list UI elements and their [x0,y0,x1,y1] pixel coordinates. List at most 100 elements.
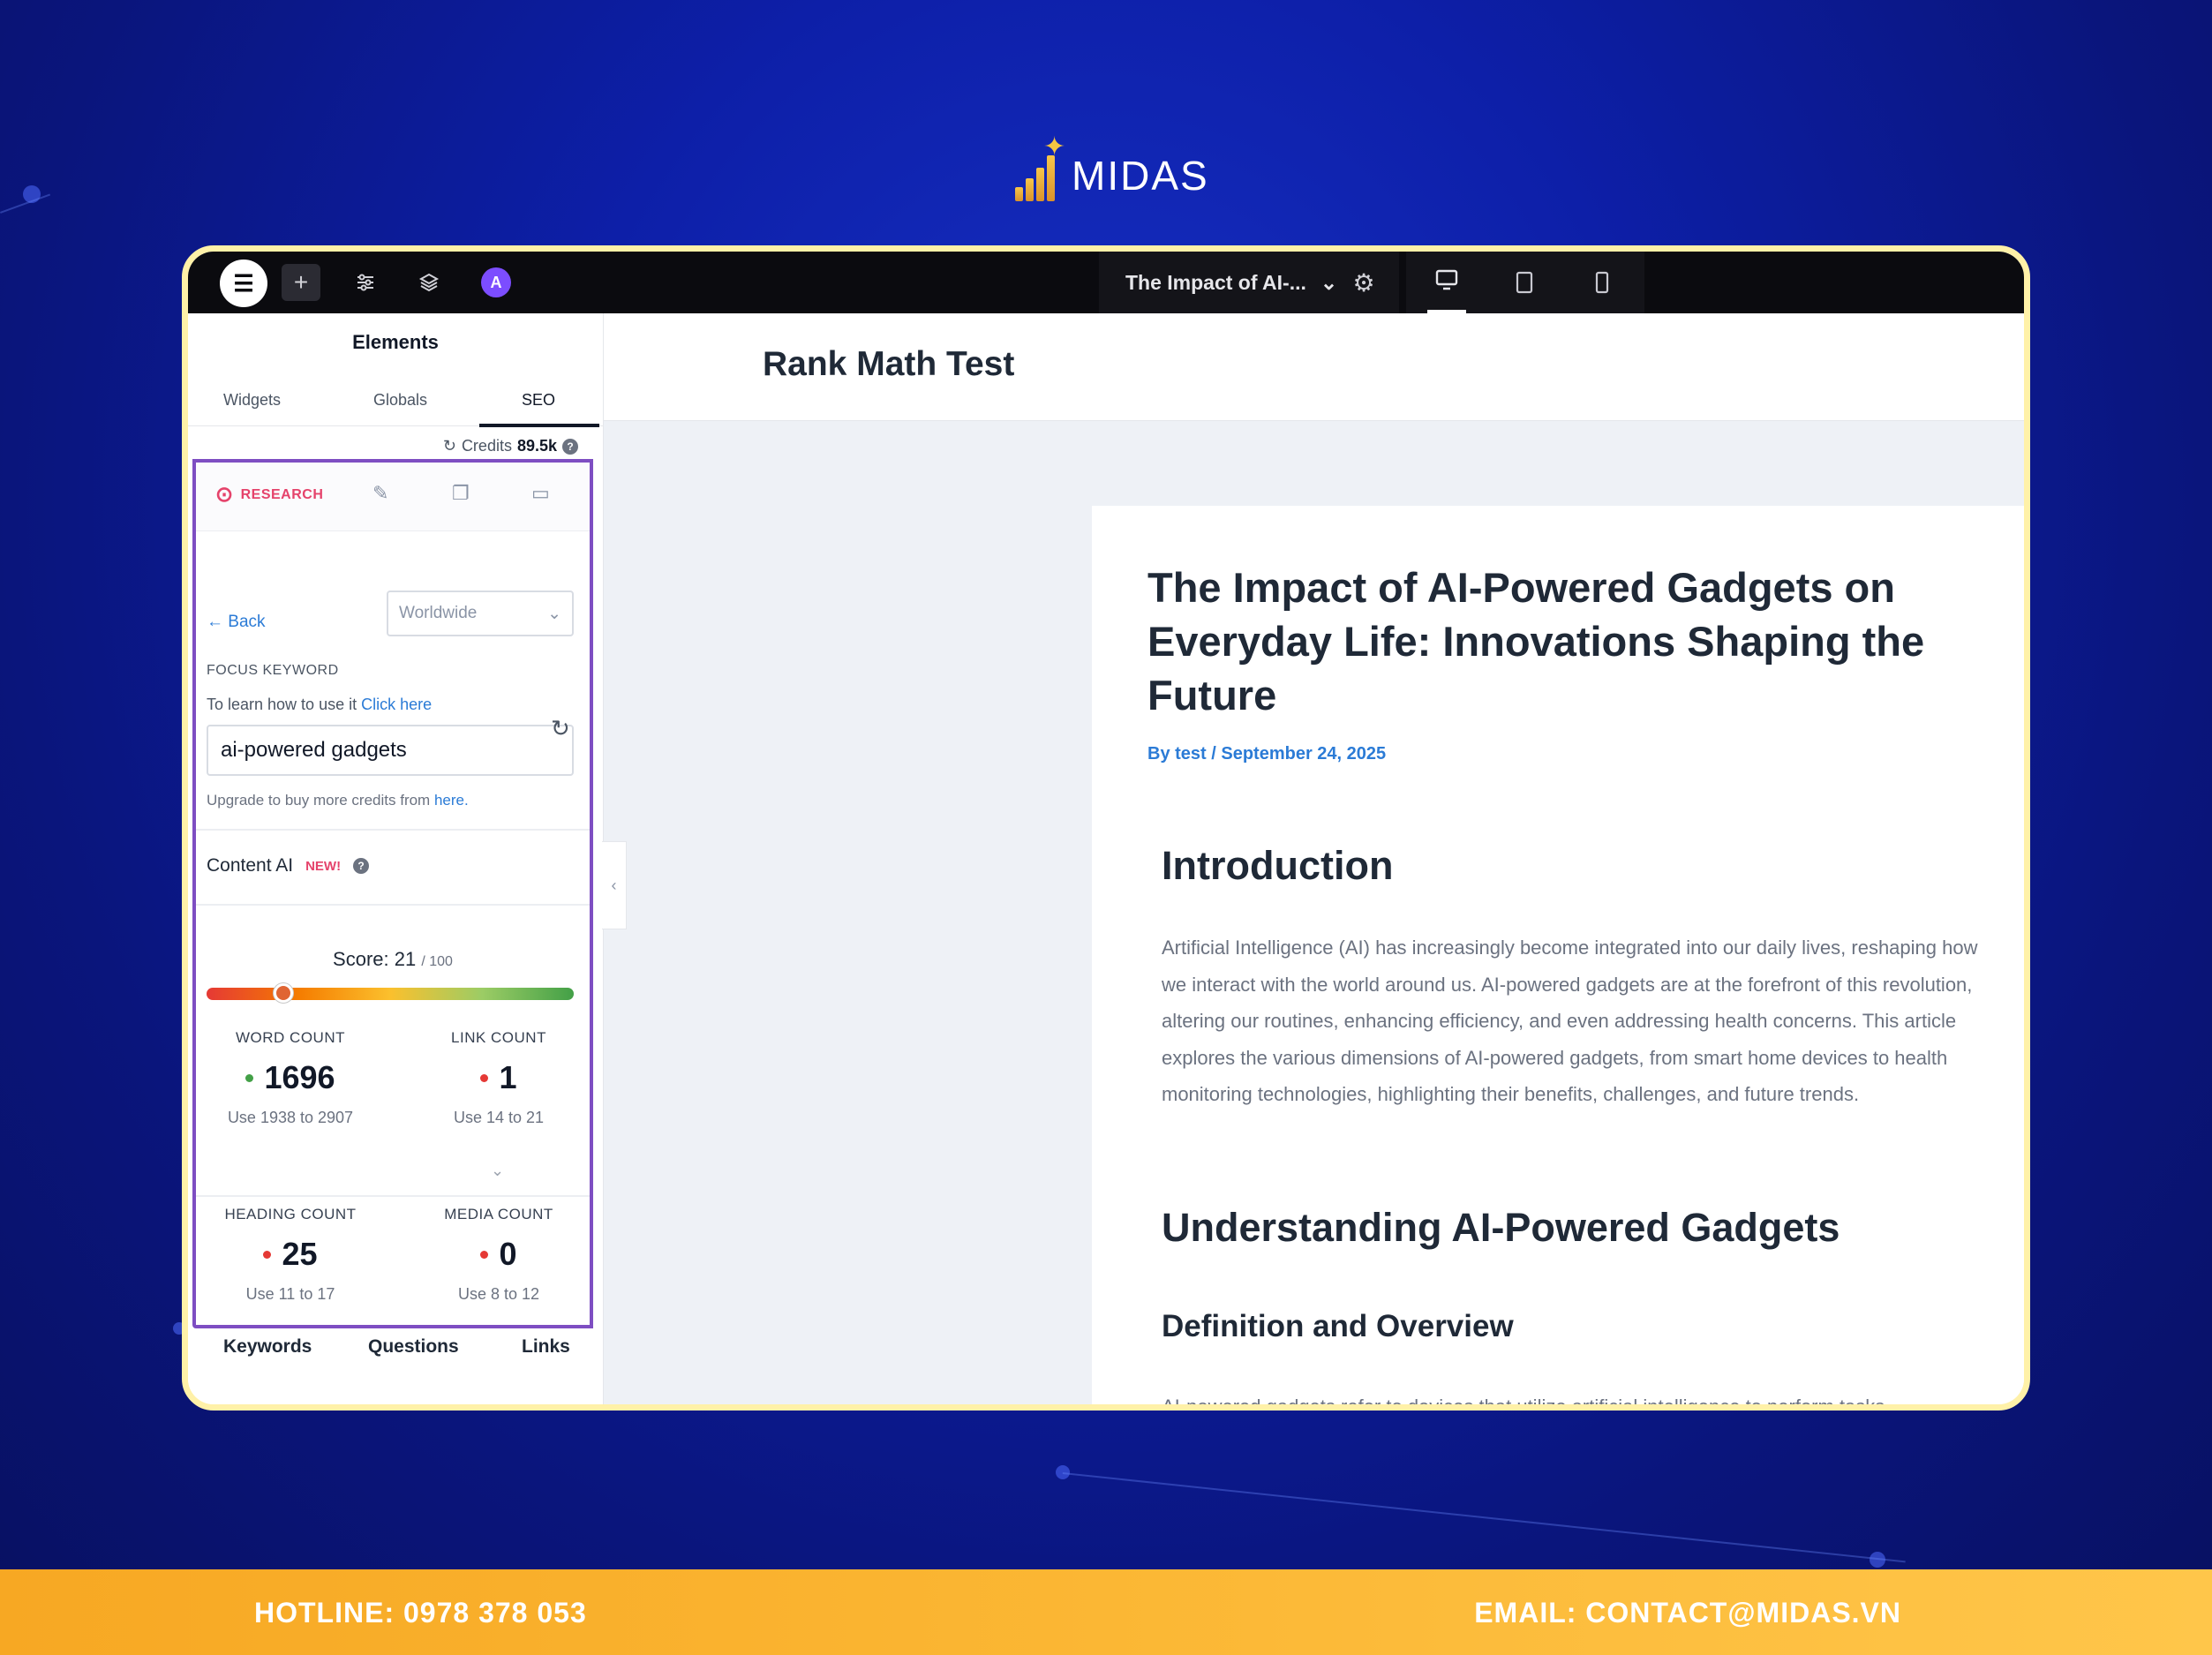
sub-paragraph: AI-powered gadgets refer to devices that… [1162,1395,1885,1411]
content-ai-header[interactable]: Content AI NEW! ? [207,855,370,876]
chevron-down-icon[interactable]: ⌄ [491,1162,504,1180]
desktop-icon[interactable] [1427,264,1466,313]
plus-icon[interactable]: + [282,264,320,301]
score-label: Score: 21 [333,948,417,970]
refresh-icon[interactable]: ↻ [443,437,456,455]
device-switcher [1406,252,1644,313]
tab-research[interactable]: ⊙ RESEARCH [215,482,323,508]
region-select[interactable]: Worldwide ⌄ [387,591,574,636]
site-header: Rank Math Test [604,313,2024,421]
star-icon: ✦ [1043,132,1066,162]
article-byline[interactable]: By test / September 24, 2025 [1147,744,1386,764]
tab-keywords[interactable]: Keywords [223,1336,312,1358]
intro-paragraph: Artificial Intelligence (AI) has increas… [1162,937,1978,1105]
stat-hint: Use 1938 to 2907 [227,1109,354,1126]
stat-value: 25 [282,1236,318,1272]
stat-hint: Use 14 to 21 [453,1109,545,1126]
gear-icon[interactable]: ⚙ [1344,264,1383,301]
section-heading: Understanding AI-Powered Gadgets [1162,1205,1840,1250]
tab-research-label: RESEARCH [240,486,324,502]
email: EMAIL: CONTACT@MIDAS.VN [1474,1597,1901,1629]
rank-math-panel: ⊙ RESEARCH ✎ ❐ ▭ ← Back Worldwide ⌄ FOCU… [192,459,593,1328]
sidebar-title: Elements [352,331,439,353]
word-count-stat: WORD COUNT 1696 Use 1938 to 2907 [198,1029,383,1127]
page-title: The Impact of AI-... [1125,270,1306,294]
editor-toolbar: ☰ + A The Impact of AI-... ⌄ ⚙ [188,252,2024,313]
stat-label: LINK COUNT [451,1029,546,1046]
stat-label: MEDIA COUNT [444,1206,553,1222]
media-count-stat: MEDIA COUNT 0 Use 8 to 12 [406,1206,591,1304]
editor-window: ☰ + A The Impact of AI-... ⌄ ⚙ Elements … [182,245,2030,1411]
hotline: HOTLINE: 0978 378 053 [254,1597,587,1629]
focus-keyword-help: To learn how to use it Click here [207,696,432,714]
status-dot [245,1073,254,1082]
edit-icon[interactable]: ✎ [372,482,388,505]
status-dot [480,1250,489,1259]
stat-label: WORD COUNT [236,1029,345,1046]
region-value: Worldwide [399,604,478,622]
tab-widgets[interactable]: Widgets [223,391,281,410]
upgrade-note: Upgrade to buy more credits from here. [207,792,469,809]
site-title[interactable]: Rank Math Test [763,345,1014,384]
sub-heading: Definition and Overview [1162,1309,1514,1343]
help-icon[interactable]: ? [562,438,578,455]
background-line [1062,1472,1906,1563]
score-indicator [274,983,294,1003]
message-icon[interactable]: ▭ [531,482,550,505]
stat-value: 1696 [264,1059,335,1095]
collapse-sidebar-handle[interactable]: ‹ [602,841,627,929]
ai-assistant-icon[interactable]: A [481,267,511,297]
new-badge: NEW! [305,858,342,874]
elements-sidebar: Elements Widgets Globals SEO ↻ Credits 8… [188,313,604,1404]
divider [196,1195,590,1197]
elementor-icon[interactable]: ☰ [220,260,267,307]
focus-keyword-label: FOCUS KEYWORD [207,663,339,678]
chevron-left-icon: ‹ [611,876,617,894]
credits-value: 89.5k [516,437,557,455]
tab-questions[interactable]: Questions [368,1336,459,1358]
stat-label: HEADING COUNT [224,1206,357,1222]
link-count-stat: LINK COUNT 1 Use 14 to 21 [406,1029,591,1127]
tablet-icon[interactable] [1505,264,1544,301]
stat-hint: Use 8 to 12 [457,1285,540,1303]
chevron-down-icon: ⌄ [1320,270,1338,294]
status-dot [480,1073,489,1082]
tab-globals[interactable]: Globals [373,391,427,410]
sidebar-tabs: Widgets Globals SEO [188,382,603,427]
focus-keyword-input[interactable]: ai-powered gadgets [207,725,574,776]
stat-value: 1 [499,1059,517,1095]
logo-mark-icon: ✦ [1015,134,1065,201]
score-max: / 100 [421,954,453,969]
credits-indicator: ↻ Credits 89.5k ? [443,437,578,455]
research-bottom-tabs: Keywords Questions Links [188,1324,603,1377]
upgrade-text: Upgrade to buy more credits from [207,792,431,809]
divider [196,904,590,906]
layers-icon[interactable] [410,264,448,301]
upgrade-link[interactable]: here. [434,792,469,809]
content-score: Score: 21 / 100 [196,948,590,971]
contact-footer: HOTLINE: 0978 378 053 EMAIL: CONTACT@MID… [0,1569,2212,1655]
midas-logo: ✦ MIDAS [1015,131,1209,201]
refresh-icon[interactable]: ↻ [551,715,570,742]
rank-math-tabs: ⊙ RESEARCH ✎ ❐ ▭ [196,463,590,531]
help-text: To learn how to use it [207,696,357,713]
stat-hint: Use 11 to 17 [245,1285,335,1303]
tab-seo[interactable]: SEO [522,391,555,410]
status-dot [263,1250,272,1259]
help-link[interactable]: Click here [361,696,432,713]
back-link[interactable]: ← Back [207,613,266,632]
mobile-icon[interactable] [1583,264,1621,301]
help-icon[interactable]: ? [353,858,370,874]
document-icon[interactable]: ❐ [452,482,470,505]
chevron-down-icon: ⌄ [547,604,561,623]
research-icon: ⊙ [215,483,234,507]
logo-text: MIDAS [1072,153,1209,199]
divider [196,829,590,831]
article-content: The Impact of AI-Powered Gadgets on Ever… [1092,506,2024,1404]
article-title: The Impact of AI-Powered Gadgets on Ever… [1147,564,1925,718]
tab-links[interactable]: Links [522,1336,570,1358]
content-ai-label: Content AI [207,855,294,876]
score-bar [207,983,574,1003]
sliders-icon[interactable] [346,264,385,301]
heading-count-stat: HEADING COUNT 25 Use 11 to 17 [198,1206,383,1304]
